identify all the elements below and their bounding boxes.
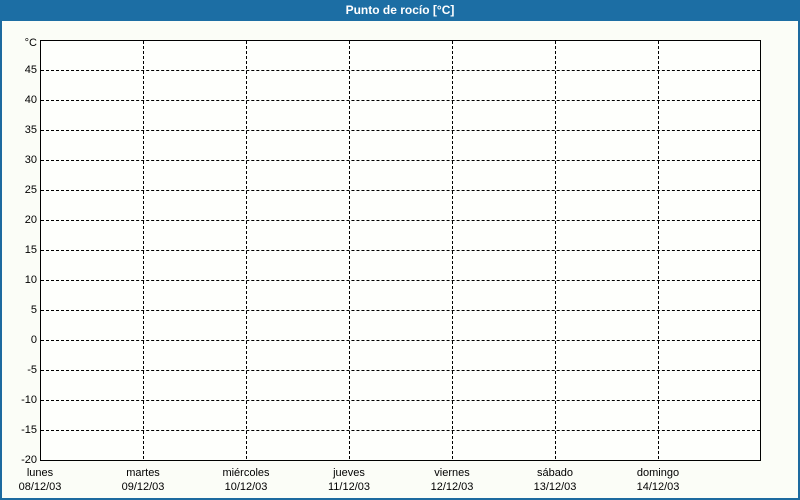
y-gridline (41, 100, 760, 101)
y-gridline (41, 430, 760, 431)
x-day-name: jueves (333, 467, 365, 479)
y-gridline (41, 130, 760, 131)
y-tick-label: 25 (24, 184, 37, 196)
y-tick-label: -10 (21, 394, 37, 406)
y-tick-label: 20 (24, 214, 37, 226)
x-day-name: lunes (26, 467, 54, 479)
y-gridline (41, 370, 760, 371)
x-gridline (246, 41, 247, 459)
y-tick-label: 0 (30, 334, 37, 346)
y-tick-label: 10 (24, 274, 37, 286)
x-gridline (658, 41, 659, 459)
x-day-date: 10/12/03 (224, 481, 268, 493)
x-day-label: martes 09/12/03 (88, 466, 198, 494)
y-gridline (41, 190, 760, 191)
x-day-date: 09/12/03 (121, 481, 165, 493)
y-tick-label: -5 (27, 364, 37, 376)
chart-title: Punto de rocío [°C] (345, 3, 455, 17)
x-day-date: 13/12/03 (533, 481, 577, 493)
x-gridline (349, 41, 350, 459)
y-axis-unit-label: °C (24, 37, 37, 49)
y-gridline (41, 280, 760, 281)
y-gridline (41, 400, 760, 401)
x-day-date: 14/12/03 (636, 481, 680, 493)
y-tick-label: 15 (24, 244, 37, 256)
chart-title-bar: Punto de rocío [°C] (0, 0, 800, 21)
y-gridline (41, 250, 760, 251)
x-day-name: domingo (636, 467, 680, 479)
y-tick-label: 40 (24, 94, 37, 106)
x-gridline (555, 41, 556, 459)
y-gridline (41, 340, 760, 341)
x-day-label: viernes 12/12/03 (397, 466, 507, 494)
y-gridline (41, 220, 760, 221)
y-tick-label: 45 (24, 64, 37, 76)
y-tick-label: -15 (21, 424, 37, 436)
x-gridline (452, 41, 453, 459)
x-gridline (143, 41, 144, 459)
x-day-date: 12/12/03 (430, 481, 474, 493)
x-day-label: jueves 11/12/03 (294, 466, 404, 494)
y-gridline (41, 310, 760, 311)
x-day-name: sábado (536, 467, 574, 479)
y-gridline (41, 70, 760, 71)
x-day-label: miércoles 10/12/03 (191, 466, 301, 494)
y-gridline (41, 160, 760, 161)
chart-window: Punto de rocío [°C] 45 40 35 30 25 20 15 10 5 0 -5… (0, 0, 800, 500)
x-day-label: lunes 08/12/03 (0, 466, 95, 494)
x-day-name: viernes (434, 467, 470, 479)
x-day-date: 08/12/03 (18, 481, 62, 493)
x-day-date: 11/12/03 (327, 481, 370, 493)
x-day-label: sábado 13/12/03 (500, 466, 610, 494)
x-day-name: martes (126, 467, 160, 479)
y-tick-label: 5 (30, 304, 37, 316)
y-tick-label: 30 (24, 154, 37, 166)
x-day-label: domingo 14/12/03 (603, 466, 713, 494)
x-day-name: miércoles (222, 467, 270, 479)
y-tick-label: 35 (24, 124, 37, 136)
